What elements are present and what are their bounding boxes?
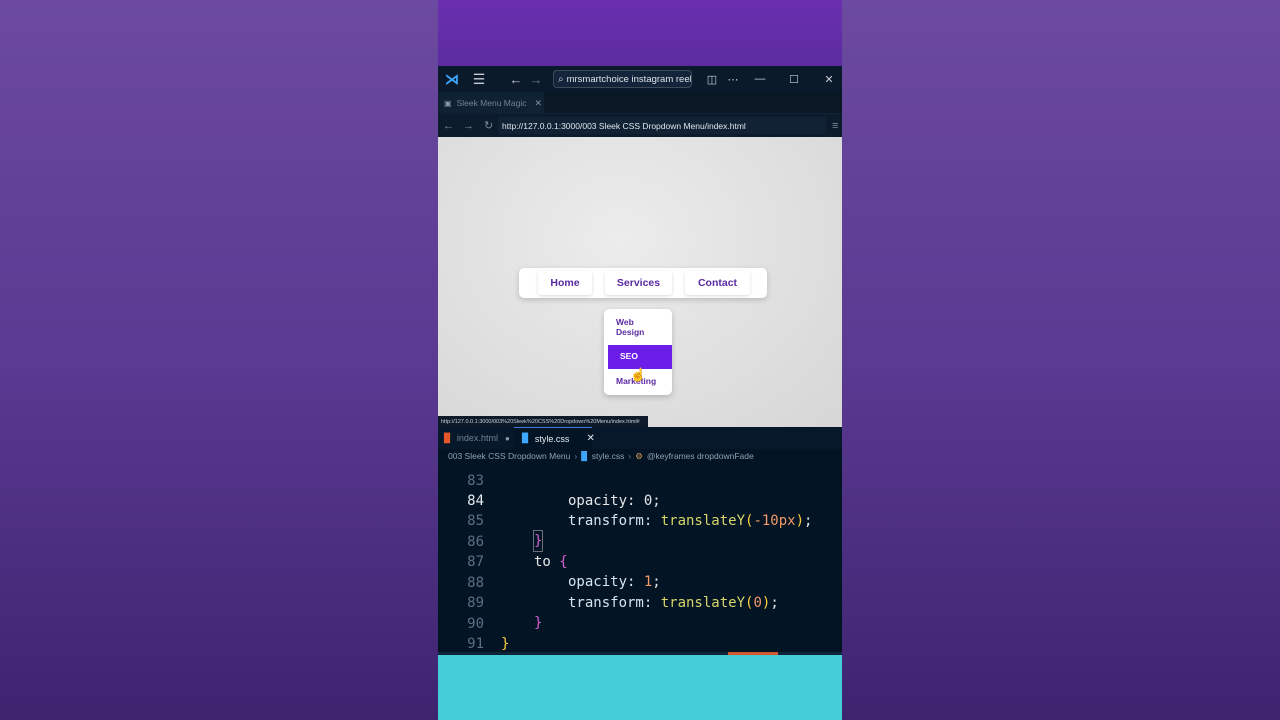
- layout-icon[interactable]: ◫: [704, 66, 720, 92]
- minimize-icon[interactable]: —: [750, 66, 770, 92]
- tab-label: style.css: [534, 433, 570, 444]
- status-url: http://127.0.0.1:3000/003%20Sleek%20CSS%…: [438, 416, 648, 427]
- preview-icon: ▣: [444, 98, 452, 108]
- line-number: 91: [467, 636, 484, 651]
- code-line: 85 }: [438, 491, 842, 552]
- more-icon[interactable]: ⋯: [725, 66, 741, 92]
- breadcrumb-file[interactable]: style.css: [592, 451, 625, 461]
- browser-forward-icon[interactable]: →: [463, 114, 474, 137]
- preview-tab-row: ▣ Sleek Menu Magic ✕: [438, 92, 842, 114]
- code-editor: ▉ index.html ● ▉ style.css ✕ 003 Sleek C…: [438, 427, 842, 654]
- code-line: 90 }: [438, 594, 842, 651]
- css-file-icon: ▉: [522, 433, 529, 443]
- teal-footer-band: [438, 655, 842, 720]
- url-text: http://127.0.0.1:3000/003 Sleek CSS Drop…: [502, 120, 746, 131]
- tab-label: index.html: [456, 433, 498, 443]
- url-bar[interactable]: http://127.0.0.1:3000/003 Sleek CSS Drop…: [498, 117, 826, 134]
- close-tab-icon[interactable]: ✕: [586, 433, 594, 444]
- breadcrumb-symbol[interactable]: @keyframes dropdownFade: [647, 451, 754, 461]
- code-line: 87 opacity: 1;: [438, 532, 842, 590]
- vscode-logo-icon[interactable]: ⋊: [442, 66, 462, 92]
- tab-style-css[interactable]: ▉ style.css ✕: [514, 427, 595, 449]
- css-file-icon: ▉: [581, 450, 588, 461]
- vscode-titlebar: ⋊ ☰ ← → ⌕ mrsmartchoice instagram reels …: [438, 66, 842, 92]
- nav-home-button[interactable]: Home: [538, 271, 592, 295]
- close-icon[interactable]: ✕: [819, 66, 839, 92]
- unsaved-dot-icon: ●: [504, 433, 510, 443]
- preview-tab-label: Sleek Menu Magic: [456, 98, 527, 108]
- command-center-text: mrsmartchoice instagram reels: [566, 73, 692, 85]
- browser-back-icon[interactable]: ←: [443, 114, 454, 137]
- page-preview: Home Services Contact Web Design SEO Mar…: [438, 137, 842, 427]
- hand-cursor-icon: ☝: [630, 367, 647, 382]
- tab-index-html[interactable]: ▉ index.html ●: [438, 427, 514, 449]
- hamburger-menu-icon[interactable]: ☰: [470, 66, 488, 92]
- code-line: 84 transform: translateY(-10px);: [438, 471, 842, 529]
- nav-services-button[interactable]: Services: [605, 271, 672, 295]
- top-purple-band: [438, 0, 842, 66]
- browser-toolbar: ← → ↻ http://127.0.0.1:3000/003 Sleek CS…: [438, 114, 842, 137]
- tab-preview[interactable]: ▣ Sleek Menu Magic ✕: [438, 92, 544, 114]
- code-area[interactable]: 83 opacity: 0; 84 transform: translateY(…: [438, 461, 842, 651]
- symbol-icon: ⚙: [635, 450, 643, 461]
- command-center-search[interactable]: ⌕ mrsmartchoice instagram reels: [553, 70, 692, 88]
- chevron-right-icon: ›: [628, 451, 632, 461]
- dropdown-item-web-design[interactable]: Web Design: [604, 317, 654, 337]
- code-line: 88 transform: translateY(0);: [438, 553, 842, 611]
- editor-tabs: ▉ index.html ● ▉ style.css ✕: [438, 427, 842, 449]
- dropdown-item-seo[interactable]: SEO: [608, 345, 672, 369]
- close-tab-icon[interactable]: ✕: [534, 98, 542, 109]
- code-line: 86 to {: [438, 512, 842, 570]
- video-frame: ⋊ ☰ ← → ⌕ mrsmartchoice instagram reels …: [438, 0, 842, 720]
- back-arrow-icon[interactable]: ←: [508, 66, 524, 92]
- search-icon: ⌕: [558, 73, 564, 85]
- nav-contact-button[interactable]: Contact: [685, 271, 750, 295]
- chevron-right-icon: ›: [574, 451, 578, 461]
- code-line: 89 }: [438, 573, 842, 631]
- html-file-icon: ▉: [444, 432, 451, 443]
- maximize-icon[interactable]: ☐: [784, 66, 804, 92]
- forward-arrow-icon[interactable]: →: [528, 66, 544, 92]
- reload-icon[interactable]: ↻: [484, 114, 493, 137]
- code-line: 83 opacity: 0;: [438, 461, 842, 509]
- breadcrumb-folder[interactable]: 003 Sleek CSS Dropdown Menu: [448, 451, 570, 461]
- browser-menu-icon[interactable]: ≡: [832, 114, 838, 137]
- code-line: 91: [438, 614, 842, 651]
- nav-bar: Home Services Contact: [519, 268, 767, 298]
